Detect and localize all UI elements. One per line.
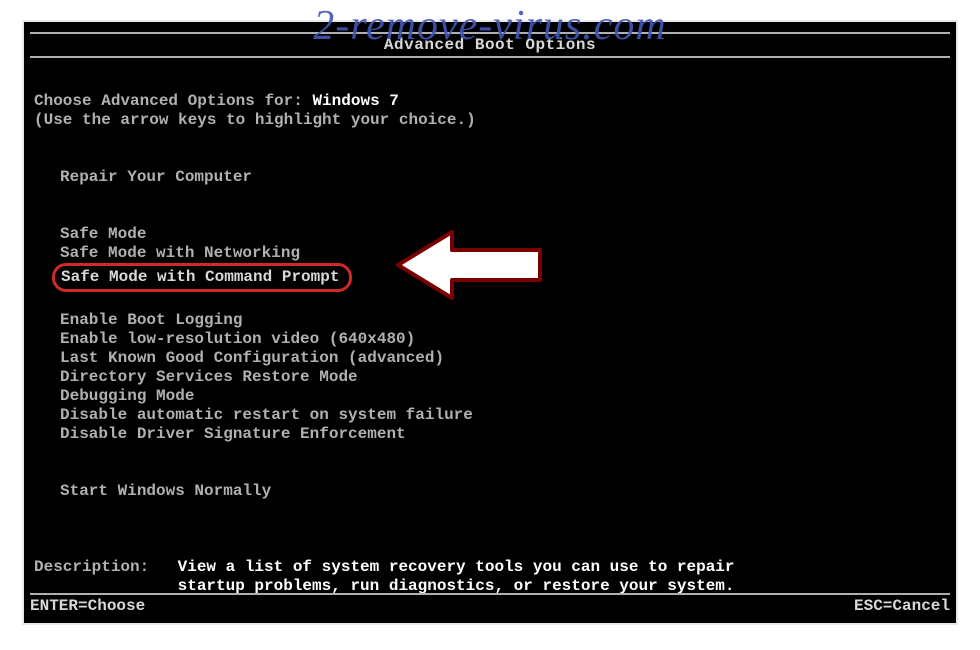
option-repair-computer[interactable]: Repair Your Computer (30, 168, 950, 187)
option-label: Safe Mode (58, 225, 148, 244)
footer-enter: ENTER=Choose (30, 597, 145, 615)
option-label: Disable Driver Signature Enforcement (58, 425, 408, 444)
choose-prompt: Choose Advanced Options for: Windows 7 (30, 92, 950, 111)
description-text-1: View a list of system recovery tools you… (178, 558, 735, 577)
option-disable-auto-restart[interactable]: Disable automatic restart on system fail… (30, 406, 950, 425)
option-safe-mode[interactable]: Safe Mode (30, 225, 950, 244)
option-safe-mode-networking[interactable]: Safe Mode with Networking (30, 244, 950, 263)
option-last-known-good[interactable]: Last Known Good Configuration (advanced) (30, 349, 950, 368)
option-label: Last Known Good Configuration (advanced) (58, 349, 446, 368)
os-name: Windows 7 (312, 92, 398, 110)
option-debugging[interactable]: Debugging Mode (30, 387, 950, 406)
option-safe-mode-cmd[interactable]: Safe Mode with Command Prompt (30, 263, 950, 292)
option-start-normally[interactable]: Start Windows Normally (30, 482, 950, 501)
option-ds-restore[interactable]: Directory Services Restore Mode (30, 368, 950, 387)
option-label: Directory Services Restore Mode (58, 368, 360, 387)
content-area: Choose Advanced Options for: Windows 7 (… (24, 58, 956, 596)
option-boot-logging[interactable]: Enable Boot Logging (30, 311, 950, 330)
option-label: Repair Your Computer (58, 168, 254, 187)
screen-title: Advanced Boot Options (30, 32, 950, 58)
option-label: Disable automatic restart on system fail… (58, 406, 475, 425)
option-disable-driver-sig[interactable]: Disable Driver Signature Enforcement (30, 425, 950, 444)
boot-options-screen: Advanced Boot Options Choose Advanced Op… (22, 20, 958, 625)
option-label: Start Windows Normally (58, 482, 273, 501)
option-label: Debugging Mode (58, 387, 196, 406)
description-label: Description: (34, 558, 168, 577)
option-label: Safe Mode with Networking (58, 244, 302, 263)
option-low-res-video[interactable]: Enable low-resolution video (640x480) (30, 330, 950, 349)
hint-text: (Use the arrow keys to highlight your ch… (30, 111, 950, 130)
option-label-highlighted: Safe Mode with Command Prompt (52, 263, 352, 292)
option-label: Enable low-resolution video (640x480) (58, 330, 417, 349)
description-row: Description: View a list of system recov… (30, 558, 950, 577)
prompt-prefix: Choose Advanced Options for: (34, 92, 312, 110)
footer-esc: ESC=Cancel (854, 597, 950, 615)
option-label: Enable Boot Logging (58, 311, 244, 330)
footer-bar: ENTER=Choose ESC=Cancel (30, 593, 950, 615)
